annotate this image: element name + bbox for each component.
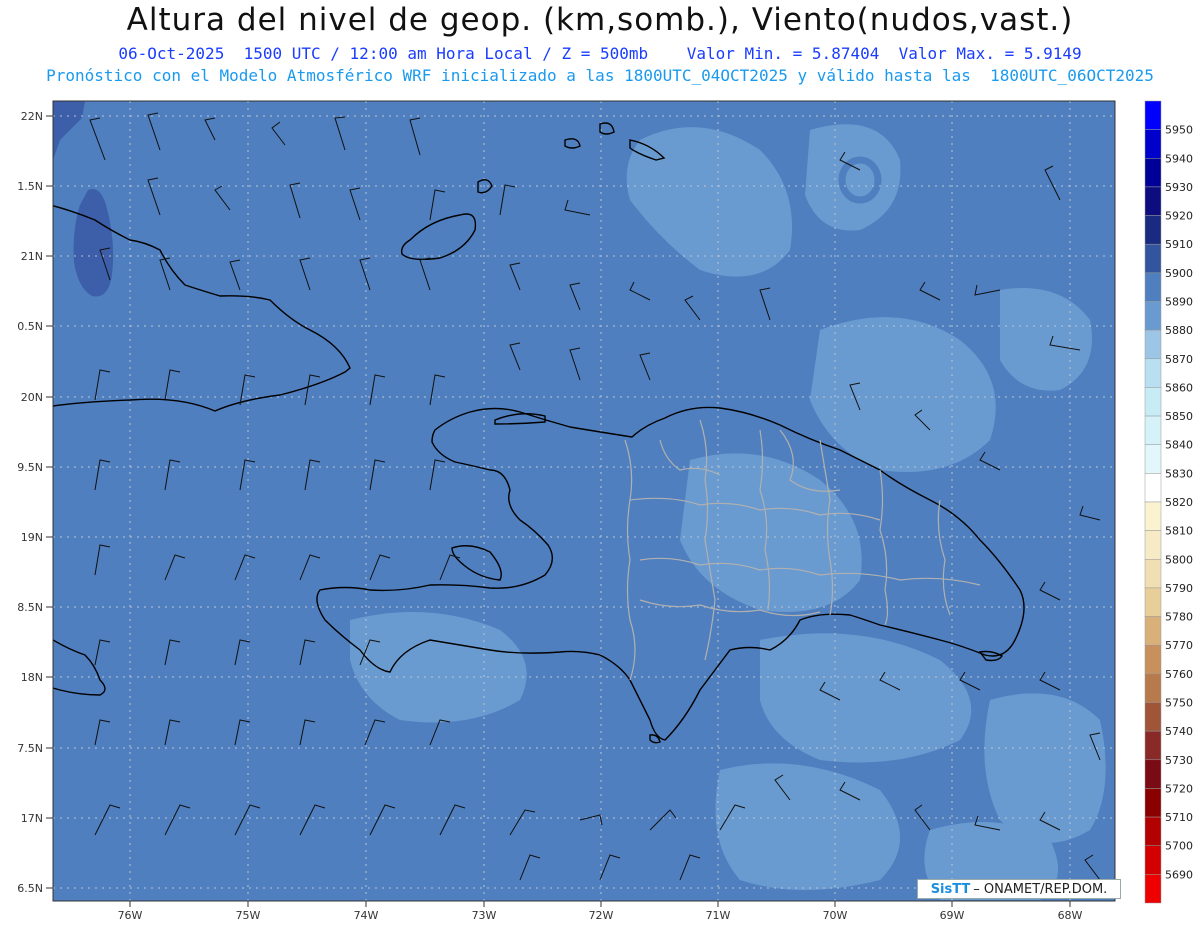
colorbar-label: 5720 <box>1165 782 1193 795</box>
colorbar-swatch <box>1144 616 1162 646</box>
colorbar-swatch <box>1144 874 1162 904</box>
colorbar-label: 5700 <box>1165 840 1193 853</box>
lon-label: 76W <box>118 909 143 922</box>
colorbar-swatch <box>1144 587 1162 617</box>
lat-label: 18N <box>21 671 43 684</box>
colorbar-label: 5900 <box>1165 267 1193 280</box>
colorbar-swatch <box>1144 845 1162 875</box>
colorbar-swatch <box>1144 387 1162 417</box>
lon-label: 68W <box>1058 909 1083 922</box>
lat-label: 0.5N <box>17 320 43 333</box>
colorbar-swatch <box>1144 158 1162 188</box>
colorbar-label: 5890 <box>1165 296 1193 309</box>
colorbar-label: 5750 <box>1165 697 1193 710</box>
colorbar-swatch <box>1144 215 1162 245</box>
lat-label: 17N <box>21 812 43 825</box>
colorbar-swatch <box>1144 186 1162 216</box>
lon-label: 74W <box>354 909 379 922</box>
colorbar-label: 5830 <box>1165 467 1193 480</box>
lon-label: 72W <box>589 909 614 922</box>
colorbar-label: 5730 <box>1165 754 1193 767</box>
colorbar-swatch <box>1144 644 1162 675</box>
colorbar-swatch <box>1144 788 1162 818</box>
lat-label: 9.5N <box>17 461 43 474</box>
colorbar-label: 5740 <box>1165 725 1193 738</box>
credit-text: – ONAMET/REP.DOM. <box>973 881 1108 897</box>
colorbar-swatch <box>1144 301 1162 331</box>
colorbar-swatch <box>1144 530 1162 560</box>
colorbar-swatch <box>1144 559 1162 589</box>
colorbar-label: 5880 <box>1165 324 1193 337</box>
colorbar-label: 5920 <box>1165 210 1193 223</box>
lat-label: 21N <box>21 250 43 263</box>
lat-label: 7.5N <box>17 742 43 755</box>
lat-label: 1.5N <box>17 180 43 193</box>
colorbar-swatch <box>1144 243 1162 274</box>
colorbar-swatch <box>1144 673 1162 703</box>
lat-label: 19N <box>21 531 43 544</box>
forecast-map: 22N 1.5N 21N 0.5N 20N 9.5N 19N 8.5N 18N … <box>17 100 1193 922</box>
colorbar: 5950 5940 5930 5920 5910 5900 5890 5880 5870 5860… <box>1144 100 1193 904</box>
colorbar-swatch <box>1144 501 1162 531</box>
colorbar-swatch <box>1144 329 1162 360</box>
colorbar-label: 5910 <box>1165 238 1193 251</box>
map-background <box>53 101 1115 901</box>
colorbar-label: 5810 <box>1165 525 1193 538</box>
colorbar-label: 5790 <box>1165 582 1193 595</box>
colorbar-swatch <box>1144 816 1162 846</box>
lat-label: 8.5N <box>17 601 43 614</box>
colorbar-label: 5710 <box>1165 811 1193 824</box>
colorbar-label: 5690 <box>1165 868 1193 881</box>
colorbar-label: 5800 <box>1165 553 1193 566</box>
colorbar-label: 5850 <box>1165 410 1193 423</box>
colorbar-swatch <box>1144 272 1162 302</box>
colorbar-swatch <box>1144 100 1162 130</box>
colorbar-label: 5780 <box>1165 611 1193 624</box>
colorbar-label: 5770 <box>1165 639 1193 652</box>
lat-label: 22N <box>21 110 43 123</box>
colorbar-label: 5950 <box>1165 124 1193 137</box>
colorbar-swatch <box>1144 473 1162 503</box>
colorbar-swatch <box>1144 444 1162 474</box>
colorbar-swatch <box>1144 759 1162 789</box>
colorbar-label: 5930 <box>1165 181 1193 194</box>
lat-label: 20N <box>21 391 43 404</box>
lon-label: 75W <box>236 909 261 922</box>
colorbar-label: 5840 <box>1165 439 1193 452</box>
colorbar-swatch <box>1144 730 1162 761</box>
lon-label: 73W <box>472 909 497 922</box>
colorbar-label: 5760 <box>1165 668 1193 681</box>
colorbar-label: 5860 <box>1165 381 1193 394</box>
lon-label: 69W <box>940 909 965 922</box>
lon-label: 71W <box>706 909 731 922</box>
lat-label: 6.5N <box>17 882 43 895</box>
colorbar-label: 5820 <box>1165 496 1193 509</box>
lon-label: 70W <box>823 909 848 922</box>
credit-box: SisTT – ONAMET/REP.DOM. <box>917 879 1121 899</box>
colorbar-swatch <box>1144 702 1162 732</box>
colorbar-label: 5940 <box>1165 152 1193 165</box>
colorbar-swatch <box>1144 129 1162 159</box>
colorbar-label: 5870 <box>1165 353 1193 366</box>
colorbar-swatch <box>1144 415 1162 445</box>
sistt-logo: SisTT <box>930 881 971 897</box>
colorbar-swatch <box>1144 358 1162 388</box>
